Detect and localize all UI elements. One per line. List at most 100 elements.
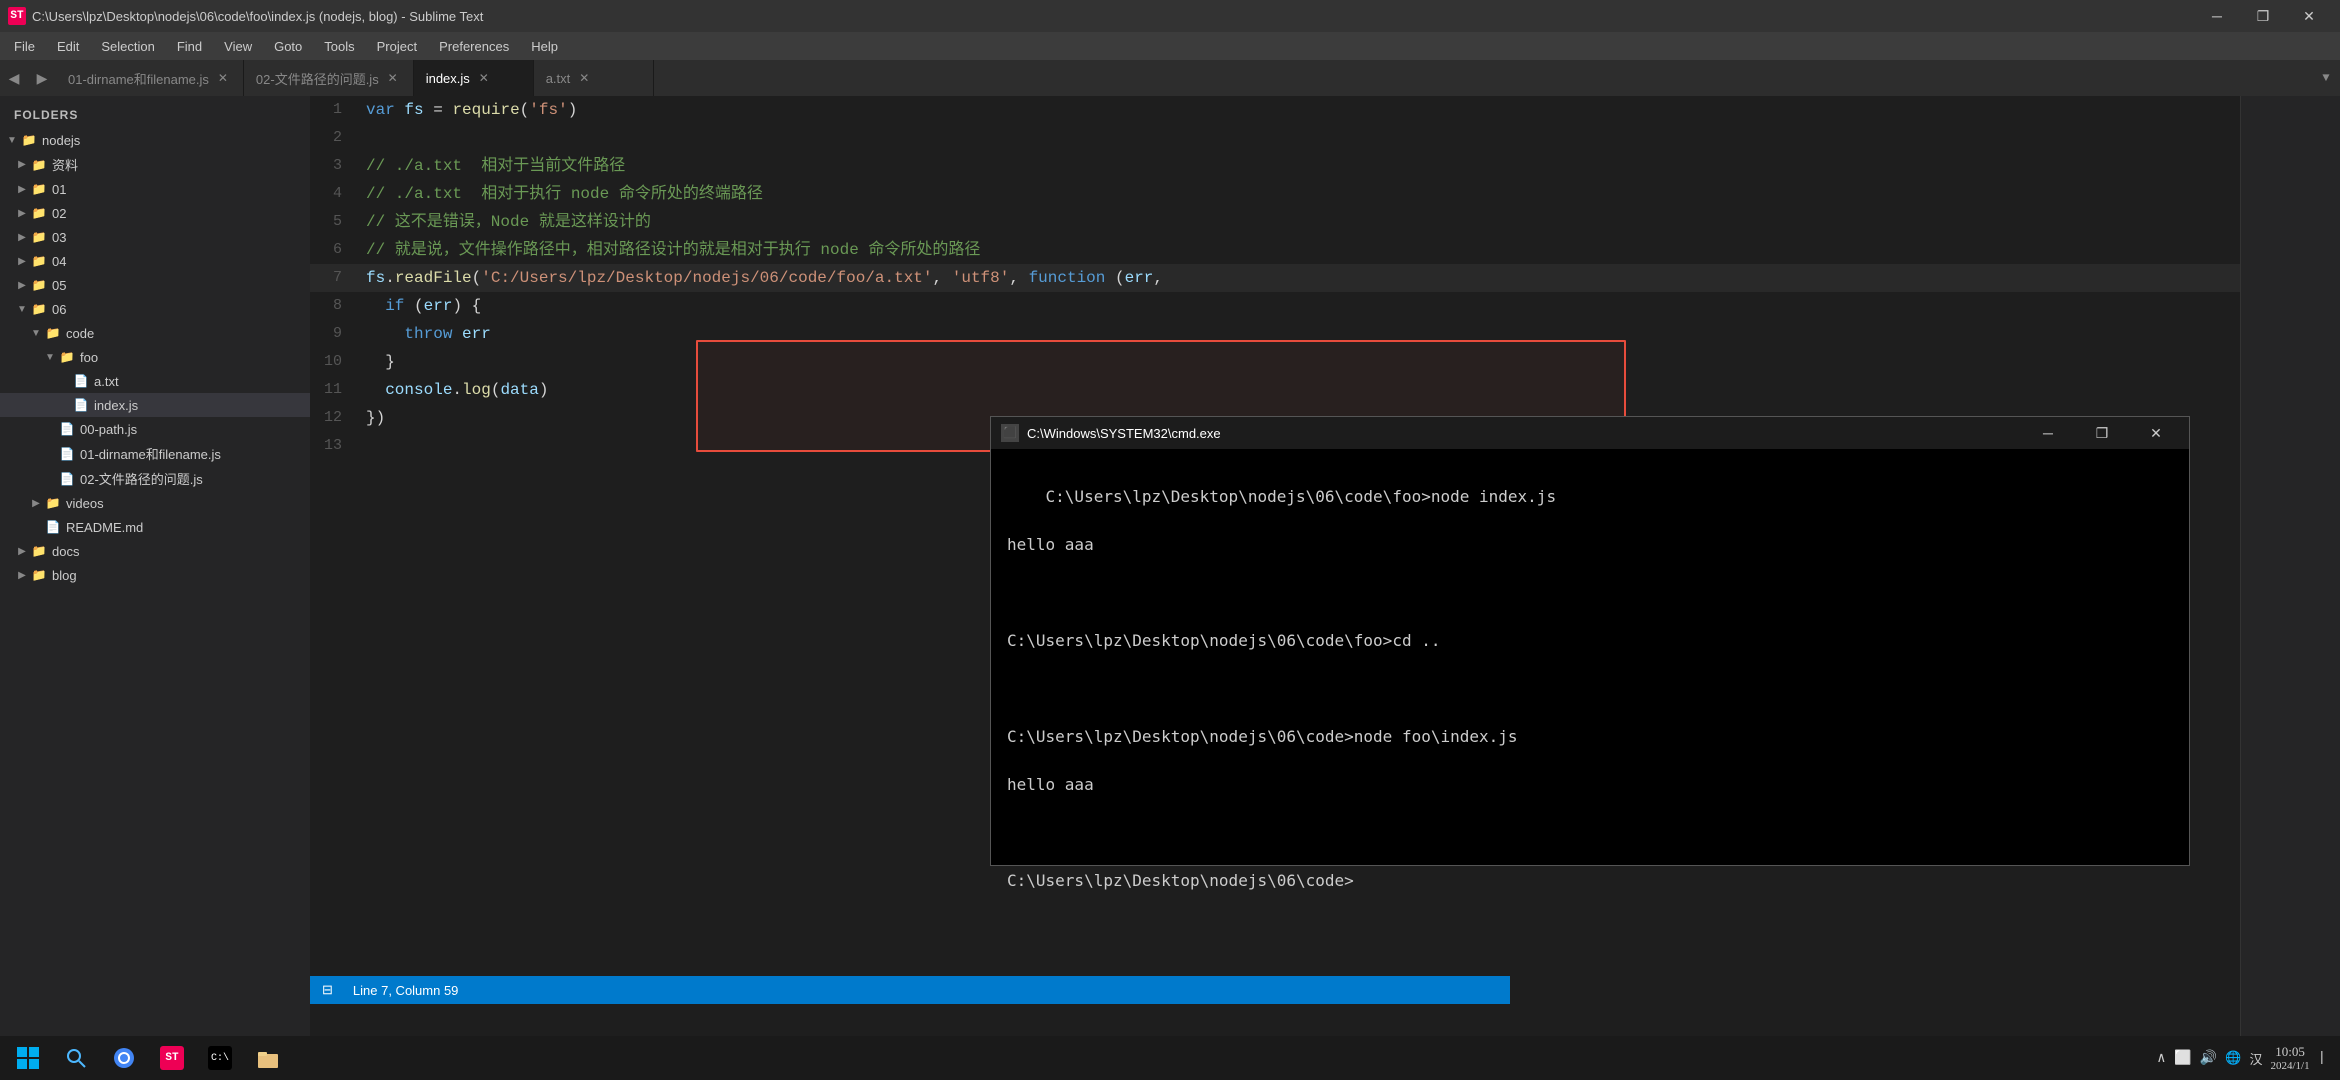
tree-label-indexjs: index.js xyxy=(94,398,138,413)
tree-item-05[interactable]: ▶ 📁 05 xyxy=(0,273,310,297)
tab-dropdown-arrow[interactable]: ▼ xyxy=(2312,60,2340,96)
taskbar-search[interactable] xyxy=(54,1038,98,1078)
tab-indexjs-label: index.js xyxy=(426,71,470,86)
taskbar-network-icon: 🌐 xyxy=(2225,1050,2241,1066)
line-content-5: // 这不是错误，Node 就是这样设计的 xyxy=(358,208,2340,236)
tree-label-code: code xyxy=(66,326,94,341)
line-content-7: fs.readFile('C:/Users/lpz/Desktop/nodejs… xyxy=(358,264,2340,292)
line-num-11: 11 xyxy=(310,376,358,404)
menu-preferences[interactable]: Preferences xyxy=(429,35,519,58)
tree-item-02[interactable]: ▶ 📁 02 xyxy=(0,201,310,225)
tree-arrow-05: ▶ xyxy=(14,280,30,291)
tree-label-04: 04 xyxy=(52,254,66,269)
menu-selection[interactable]: Selection xyxy=(91,35,164,58)
tree-item-blog[interactable]: ▶ 📁 blog xyxy=(0,563,310,587)
taskbar-explorer[interactable] xyxy=(246,1038,290,1078)
tree-label-foo: foo xyxy=(80,350,98,365)
code-line-5: 5 // 这不是错误，Node 就是这样设计的 xyxy=(310,208,2340,236)
cmd-close-button[interactable]: ✕ xyxy=(2133,417,2179,449)
windows-icon xyxy=(17,1047,39,1069)
tree-item-docs[interactable]: ▶ 📁 docs xyxy=(0,539,310,563)
folder-icon-06: 📁 xyxy=(30,300,48,318)
tree-item-code[interactable]: ▼ 📁 code xyxy=(0,321,310,345)
tree-item-04[interactable]: ▶ 📁 04 xyxy=(0,249,310,273)
tab-atxt-close[interactable]: ✕ xyxy=(576,70,592,86)
tree-item-02filepath[interactable]: 📄 02-文件路径的问题.js xyxy=(0,466,310,491)
tree-arrow-资料: ▶ xyxy=(14,159,30,170)
taskbar-cmd[interactable]: C:\ xyxy=(198,1038,242,1078)
tab-prev-button[interactable]: ◀ xyxy=(0,60,28,96)
tab-dirname-close[interactable]: ✕ xyxy=(215,70,231,86)
tree-label-nodejs: nodejs xyxy=(42,133,80,148)
code-line-11: 11 console.log(data) xyxy=(310,376,2340,404)
tab-atxt[interactable]: a.txt ✕ xyxy=(534,60,654,96)
line-num-13: 13 xyxy=(310,432,358,460)
file-icon-readme: 📄 xyxy=(44,518,62,536)
tab-next-button[interactable]: ▶ xyxy=(28,60,56,96)
folder-icon-03: 📁 xyxy=(30,228,48,246)
menu-goto[interactable]: Goto xyxy=(264,35,312,58)
tree-item-06[interactable]: ▼ 📁 06 xyxy=(0,297,310,321)
status-icon: ⊟ xyxy=(322,982,333,998)
tree-item-00path[interactable]: 📄 00-path.js xyxy=(0,417,310,441)
tab-indexjs-close[interactable]: ✕ xyxy=(476,70,492,86)
tree-arrow-04: ▶ xyxy=(14,256,30,267)
cmd-restore-button[interactable]: ❐ xyxy=(2079,417,2125,449)
menu-project[interactable]: Project xyxy=(367,35,427,58)
tree-arrow-03: ▶ xyxy=(14,232,30,243)
taskbar-sublime[interactable]: ST xyxy=(150,1038,194,1078)
tree-item-资料[interactable]: ▶ 📁 资料 xyxy=(0,152,310,177)
cmd-minimize-button[interactable]: ─ xyxy=(2025,417,2071,449)
tree-label-06: 06 xyxy=(52,302,66,317)
folder-icon-资料: 📁 xyxy=(30,156,48,174)
folder-icon-01: 📁 xyxy=(30,180,48,198)
restore-button[interactable]: ❐ xyxy=(2240,0,2286,32)
tab-dirname-label: 01-dirname和filename.js xyxy=(68,69,209,88)
tree-item-01dirname[interactable]: 📄 01-dirname和filename.js xyxy=(0,441,310,466)
tab-dirname[interactable]: 01-dirname和filename.js ✕ xyxy=(56,60,244,96)
tree-item-readme[interactable]: 📄 README.md xyxy=(0,515,310,539)
folder-icon-blog: 📁 xyxy=(30,566,48,584)
tree-arrow-videos: ▶ xyxy=(28,498,44,509)
tree-item-indexjs[interactable]: 📄 index.js xyxy=(0,393,310,417)
menu-tools[interactable]: Tools xyxy=(314,35,364,58)
sidebar-folders-title: FOLDERS xyxy=(0,102,310,128)
explorer-icon xyxy=(256,1046,280,1070)
taskbar-chrome[interactable] xyxy=(102,1038,146,1078)
menu-help[interactable]: Help xyxy=(521,35,568,58)
tab-filepath-label: 02-文件路径的问题.js xyxy=(256,69,379,88)
tree-label-01: 01 xyxy=(52,182,66,197)
line-num-4: 4 xyxy=(310,180,358,208)
folder-icon-foo: 📁 xyxy=(58,348,76,366)
tab-filepath[interactable]: 02-文件路径的问题.js ✕ xyxy=(244,60,414,96)
tab-filepath-close[interactable]: ✕ xyxy=(385,70,401,86)
tree-item-foo[interactable]: ▼ 📁 foo xyxy=(0,345,310,369)
taskbar: ST C:\ ∧ ⬜ 🔊 🌐 汉 10:05 2024/1/1 | xyxy=(0,1036,2340,1080)
line-num-5: 5 xyxy=(310,208,358,236)
tree-item-03[interactable]: ▶ 📁 03 xyxy=(0,225,310,249)
tree-label-readme: README.md xyxy=(66,520,143,535)
line-num-12: 12 xyxy=(310,404,358,432)
taskbar-right: ∧ ⬜ 🔊 🌐 汉 10:05 2024/1/1 | xyxy=(2157,1044,2334,1072)
tree-label-atxt: a.txt xyxy=(94,374,119,389)
menu-find[interactable]: Find xyxy=(167,35,212,58)
tree-item-nodejs[interactable]: ▼ 📁 nodejs xyxy=(0,128,310,152)
tab-indexjs[interactable]: index.js ✕ xyxy=(414,60,534,96)
tree-item-01[interactable]: ▶ 📁 01 xyxy=(0,177,310,201)
cmd-taskbar-text: C:\ xyxy=(211,1053,229,1064)
line-content-9: throw err xyxy=(358,320,2340,348)
minimize-button[interactable]: ─ xyxy=(2194,0,2240,32)
sublime-taskbar-icon: ST xyxy=(160,1046,184,1070)
taskbar-start[interactable] xyxy=(6,1038,50,1078)
line-num-7: 7 xyxy=(310,264,358,292)
close-button[interactable]: ✕ xyxy=(2286,0,2332,32)
tree-item-videos[interactable]: ▶ 📁 videos xyxy=(0,491,310,515)
menu-edit[interactable]: Edit xyxy=(47,35,89,58)
tree-label-02filepath: 02-文件路径的问题.js xyxy=(80,469,203,488)
menu-view[interactable]: View xyxy=(214,35,262,58)
tree-item-atxt[interactable]: 📄 a.txt xyxy=(0,369,310,393)
taskbar-show-desktop[interactable]: | xyxy=(2318,1050,2326,1066)
taskbar-system-icons: ∧ ⬜ 🔊 xyxy=(2157,1050,2217,1067)
menu-file[interactable]: File xyxy=(4,35,45,58)
code-line-2: 2 xyxy=(310,124,2340,152)
